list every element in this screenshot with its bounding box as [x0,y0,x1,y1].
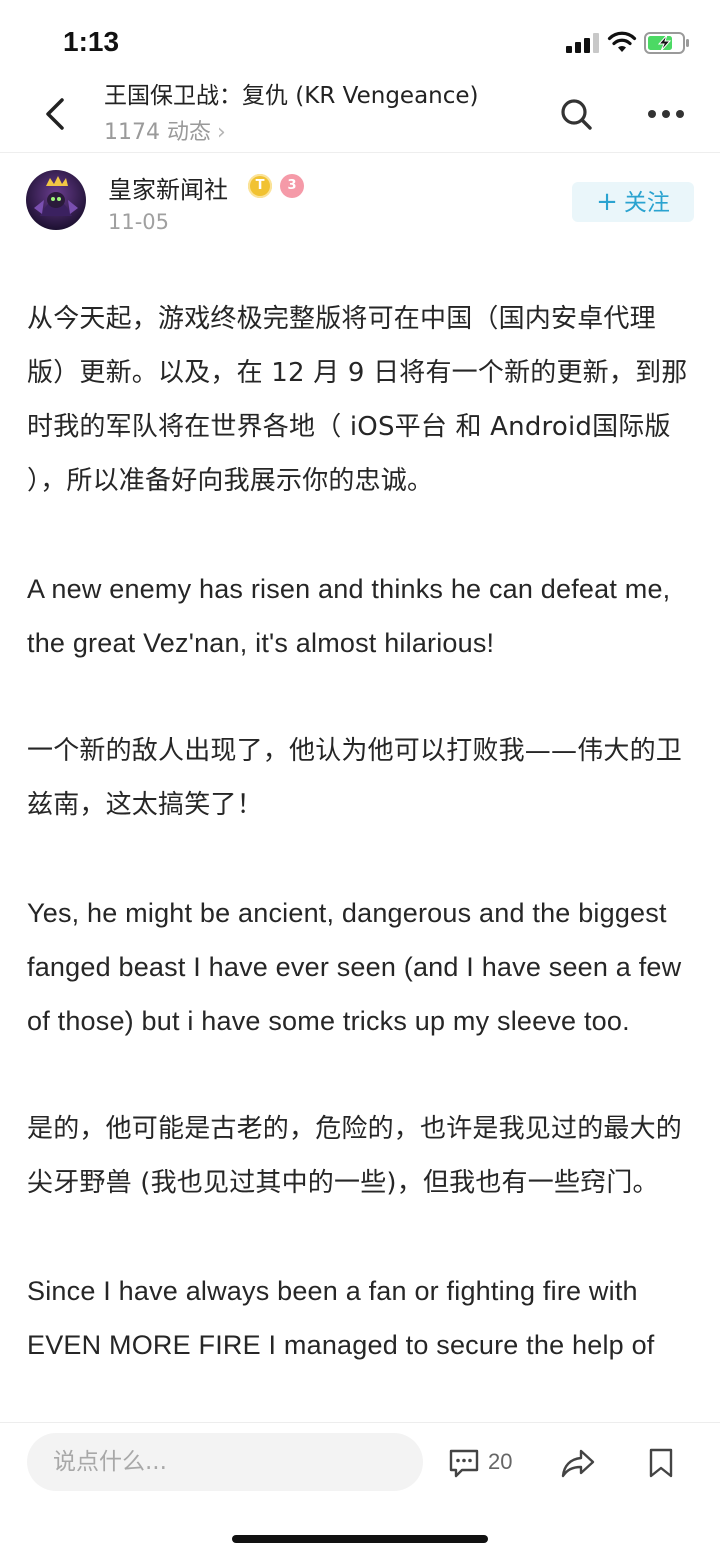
battery-charging-icon [644,32,689,54]
share-icon[interactable] [560,1447,596,1479]
search-icon[interactable] [558,96,594,132]
post-paragraph: 一个新的敌人出现了，他认为他可以打败我——伟大的卫兹南，这太搞笑了！ [27,736,683,820]
post-paragraph: Yes, he might be ancient, dangerous and … [27,898,682,1036]
follow-label: 关注 [623,190,670,216]
post-paragraph: 从今天起，游戏终极完整版将可在中国（国内安卓代理版）更新。以及，在 12 月 9… [27,304,688,496]
avatar-image [26,170,86,230]
talent-badge: T [248,174,272,198]
level-badge: 3 [280,174,304,198]
status-time: 1:13 [63,26,120,57]
post-paragraph: 是的，他可能是古老的，危险的，也许是我见过的最大的尖牙野兽 (我也见过其中的一些… [27,1114,683,1198]
page-title: 王国保卫战：复仇 (KR Vengeance) [104,83,479,109]
wifi-icon [607,31,637,52]
comment-input[interactable] [27,1433,423,1491]
post-date: 11-05 [108,210,170,234]
cellular-signal-icon [566,33,599,53]
post-content: 从今天起，游戏终极完整版将可在中国（国内安卓代理版）更新。以及，在 12 月 9… [27,292,695,1420]
activity-count: 1174 动态 [104,120,211,145]
chevron-left-icon[interactable] [40,94,70,134]
comment-count: 20 [488,1449,513,1474]
more-dots-icon[interactable] [646,108,686,120]
post-paragraph: Since I have always been a fan or fighti… [27,1276,655,1360]
status-bar: 1:13 [0,0,720,80]
top-nav-bar: 王国保卫战：复仇 (KR Vengeance) 1174 动态 › [0,72,720,153]
chevron-right-icon: › [216,120,226,145]
author-name[interactable]: 皇家新闻社 [108,170,228,205]
post-paragraph: A new enemy has risen and thinks he can … [27,574,671,658]
home-indicator[interactable] [232,1535,488,1543]
plus-icon: + [596,187,618,217]
comment-icon [449,1449,479,1478]
follow-button[interactable]: + 关注 [572,182,694,222]
author-avatar[interactable] [26,170,86,230]
bottom-action-bar: 20 [0,1422,720,1559]
bookmark-icon[interactable] [648,1447,674,1479]
activity-count-link[interactable]: 1174 动态 › [104,114,226,146]
